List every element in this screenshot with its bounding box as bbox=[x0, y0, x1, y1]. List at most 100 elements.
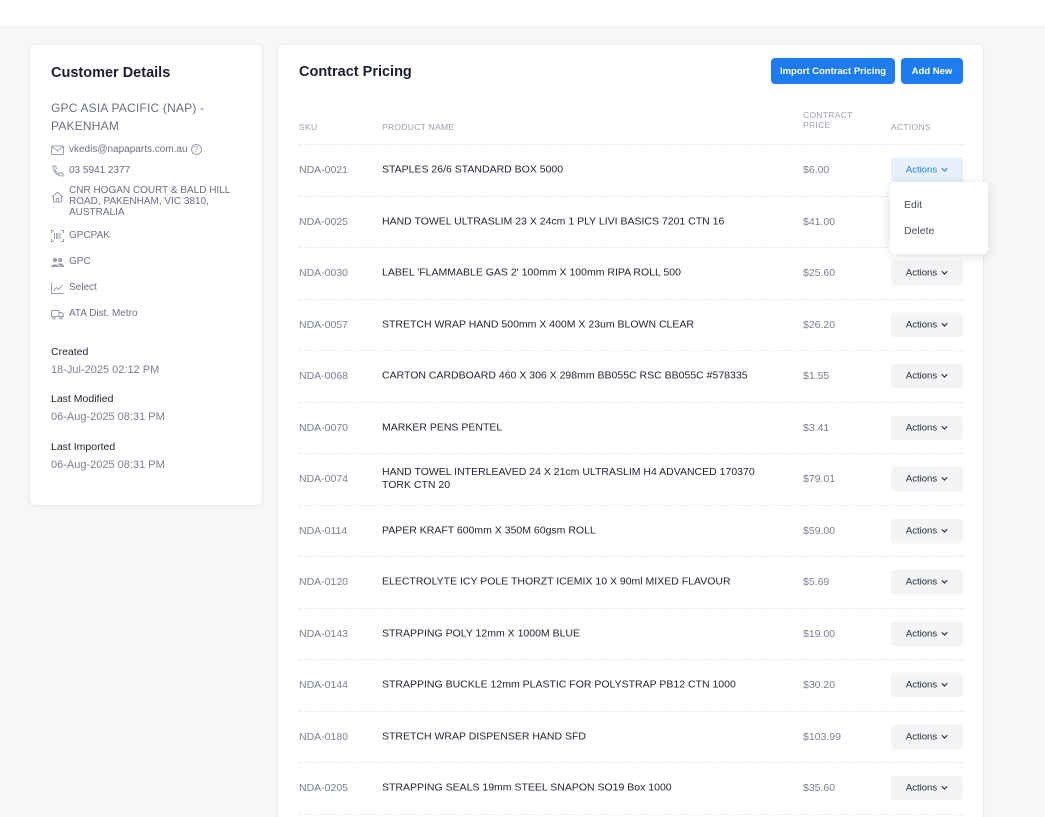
sku-cell: NDA-0021 bbox=[299, 164, 349, 177]
phone-icon bbox=[51, 165, 65, 177]
contract-price-cell: $103.99 bbox=[803, 730, 841, 743]
actions-button[interactable]: Actions bbox=[891, 466, 963, 492]
sku-cell: NDA-0070 bbox=[299, 421, 349, 434]
chevron-down-icon bbox=[941, 786, 948, 791]
actions-button[interactable]: Actions bbox=[891, 621, 963, 647]
sku-cell: NDA-0143 bbox=[299, 627, 349, 640]
table-row: NDA-0030 LABEL 'FLAMMABLE GAS 2' 100mm X … bbox=[299, 248, 963, 300]
sku-cell: NDA-0030 bbox=[299, 267, 349, 280]
actions-button[interactable]: Actions bbox=[891, 672, 963, 698]
chevron-down-icon bbox=[941, 168, 948, 173]
chevron-down-icon bbox=[941, 580, 948, 585]
sku-cell: NDA-0074 bbox=[299, 473, 349, 486]
product-name-cell: CARTON CARDBOARD 460 X 306 X 298mm BB055… bbox=[382, 369, 748, 382]
table-row: NDA-0021 STAPLES 26/6 STANDARD BOX 5000 $6… bbox=[299, 145, 963, 197]
actions-button-label: Actions bbox=[905, 473, 938, 485]
product-name-cell: STRAPPING BUCKLE 12mm PLASTIC FOR POLYST… bbox=[382, 678, 736, 691]
tier-row: Select bbox=[51, 282, 97, 294]
sku-cell: NDA-0068 bbox=[299, 370, 349, 383]
column-header-product-name[interactable]: PRODUCT NAME bbox=[382, 122, 454, 132]
actions-button[interactable]: Actions bbox=[891, 157, 963, 183]
actions-button[interactable]: Actions bbox=[891, 363, 963, 389]
actions-button-label: Actions bbox=[905, 576, 938, 588]
sku-cell: NDA-0144 bbox=[299, 679, 349, 692]
table-row: NDA-0205 STRAPPING SEALS 19mm STEEL SNAPO… bbox=[299, 763, 963, 815]
product-name-cell: MARKER PENS PENTEL bbox=[382, 421, 503, 434]
table-row: NDA-0068 CARTON CARDBOARD 460 X 306 X 298… bbox=[299, 351, 963, 403]
phone-row: 03 5941 2377 bbox=[51, 165, 130, 177]
actions-button-label: Actions bbox=[905, 422, 938, 434]
created-label: Created bbox=[51, 346, 89, 358]
contract-price-cell: $30.20 bbox=[803, 679, 836, 692]
product-name-cell: ELECTROLYTE ICY POLE THORZT ICEMIX 10 X … bbox=[382, 575, 731, 588]
actions-button[interactable]: Actions bbox=[891, 569, 963, 595]
add-new-button[interactable]: Add New bbox=[901, 58, 963, 84]
import-contract-pricing-button[interactable]: Import Contract Pricing bbox=[771, 58, 895, 84]
menu-item-edit[interactable]: Edit bbox=[904, 199, 922, 211]
table-row: NDA-0180 STRETCH WRAP DISPENSER HAND SFD $… bbox=[299, 712, 963, 763]
actions-button-label: Actions bbox=[905, 782, 938, 794]
sku-cell: NDA-0025 bbox=[299, 215, 349, 228]
chevron-down-icon bbox=[941, 683, 948, 688]
actions-button[interactable]: Actions bbox=[891, 312, 963, 338]
actions-button-label: Actions bbox=[905, 731, 938, 743]
actions-button[interactable]: Actions bbox=[891, 415, 963, 441]
users-icon bbox=[51, 256, 65, 268]
contract-price-cell: $35.60 bbox=[803, 782, 836, 795]
actions-button-label: Actions bbox=[905, 679, 938, 691]
contract-price-cell: $5.69 bbox=[803, 576, 830, 589]
chevron-down-icon bbox=[941, 528, 948, 533]
menu-item-delete[interactable]: Delete bbox=[904, 225, 934, 237]
contract-pricing-title: Contract Pricing bbox=[299, 64, 412, 80]
product-name-cell: STRAPPING POLY 12mm X 1000M BLUE bbox=[382, 627, 581, 640]
group-row: GPC bbox=[51, 256, 91, 268]
last-imported-value: 06-Aug-2025 08:31 PM bbox=[51, 459, 165, 471]
delivery-text: ATA Dist. Metro bbox=[69, 308, 138, 319]
address-row: CNR HOGAN COURT & BALD HILL ROAD, PAKENH… bbox=[51, 185, 241, 218]
last-modified-label: Last Modified bbox=[51, 393, 114, 405]
company-name: GPC ASIA PACIFIC (NAP) - PAKENHAM bbox=[51, 101, 205, 133]
table-row: NDA-0025 HAND TOWEL ULTRASLIM 23 X 24cm 1… bbox=[299, 197, 963, 248]
product-name-cell: STAPLES 26/6 STANDARD BOX 5000 bbox=[382, 163, 564, 176]
actions-button[interactable]: Actions bbox=[891, 724, 963, 750]
table-row: NDA-0144 STRAPPING BUCKLE 12mm PLASTIC FO… bbox=[299, 660, 963, 712]
created-value: 18-Jul-2025 02:12 PM bbox=[51, 364, 160, 376]
sku-cell: NDA-0120 bbox=[299, 576, 349, 589]
chevron-down-icon bbox=[941, 734, 948, 739]
chevron-down-icon bbox=[941, 631, 948, 636]
phone-text: 03 5941 2377 bbox=[69, 165, 131, 176]
column-header-actions: ACTIONS bbox=[891, 122, 931, 132]
chevron-down-icon bbox=[941, 374, 948, 379]
customer-details-title: Customer Details bbox=[51, 65, 171, 81]
top-bar bbox=[0, 0, 1045, 27]
actions-button-label: Actions bbox=[905, 628, 938, 640]
actions-button-label: Actions bbox=[905, 164, 938, 176]
actions-button[interactable]: Actions bbox=[891, 518, 963, 544]
column-header-contract-price[interactable]: CONTRACT PRICE bbox=[803, 110, 863, 130]
table-row: NDA-0120 ELECTROLYTE ICY POLE THORZT ICEM… bbox=[299, 557, 963, 609]
contract-pricing-card: Contract Pricing Import Contract Pricing… bbox=[277, 44, 984, 817]
contract-price-cell: $79.01 bbox=[803, 473, 836, 486]
product-name-cell: STRAPPING SEALS 19mm STEEL SNAPON SO19 B… bbox=[382, 781, 672, 794]
contract-price-cell: $25.60 bbox=[803, 267, 836, 280]
help-icon[interactable]: ? bbox=[190, 144, 202, 155]
table-row: NDA-0057 STRETCH WRAP HAND 500mm X 400M X… bbox=[299, 300, 963, 351]
chevron-down-icon bbox=[941, 322, 948, 327]
actions-button[interactable]: Actions bbox=[891, 775, 963, 801]
contract-price-cell: $26.20 bbox=[803, 318, 836, 331]
home-icon bbox=[51, 191, 65, 203]
email-text[interactable]: vkedis@napaparts.com.au bbox=[69, 144, 188, 155]
product-name-cell: STRETCH WRAP DISPENSER HAND SFD bbox=[382, 730, 586, 743]
code-row: GPCPAK bbox=[51, 230, 110, 242]
customer-code-text: GPCPAK bbox=[69, 230, 110, 241]
truck-icon bbox=[51, 308, 65, 320]
email-row: vkedis@napaparts.com.au ? bbox=[51, 144, 202, 156]
last-imported-label: Last Imported bbox=[51, 441, 116, 453]
actions-button[interactable]: Actions bbox=[891, 260, 963, 286]
chevron-down-icon bbox=[941, 477, 948, 482]
table-row: NDA-0074 HAND TOWEL INTERLEAVED 24 X 21cm… bbox=[299, 454, 963, 506]
actions-button-label: Actions bbox=[905, 267, 938, 279]
column-header-sku[interactable]: SKU bbox=[299, 122, 317, 132]
actions-dropdown-menu: Edit Delete bbox=[890, 182, 988, 254]
customer-details-card: Customer Details GPC ASIA PACIFIC (NAP) … bbox=[29, 44, 263, 506]
